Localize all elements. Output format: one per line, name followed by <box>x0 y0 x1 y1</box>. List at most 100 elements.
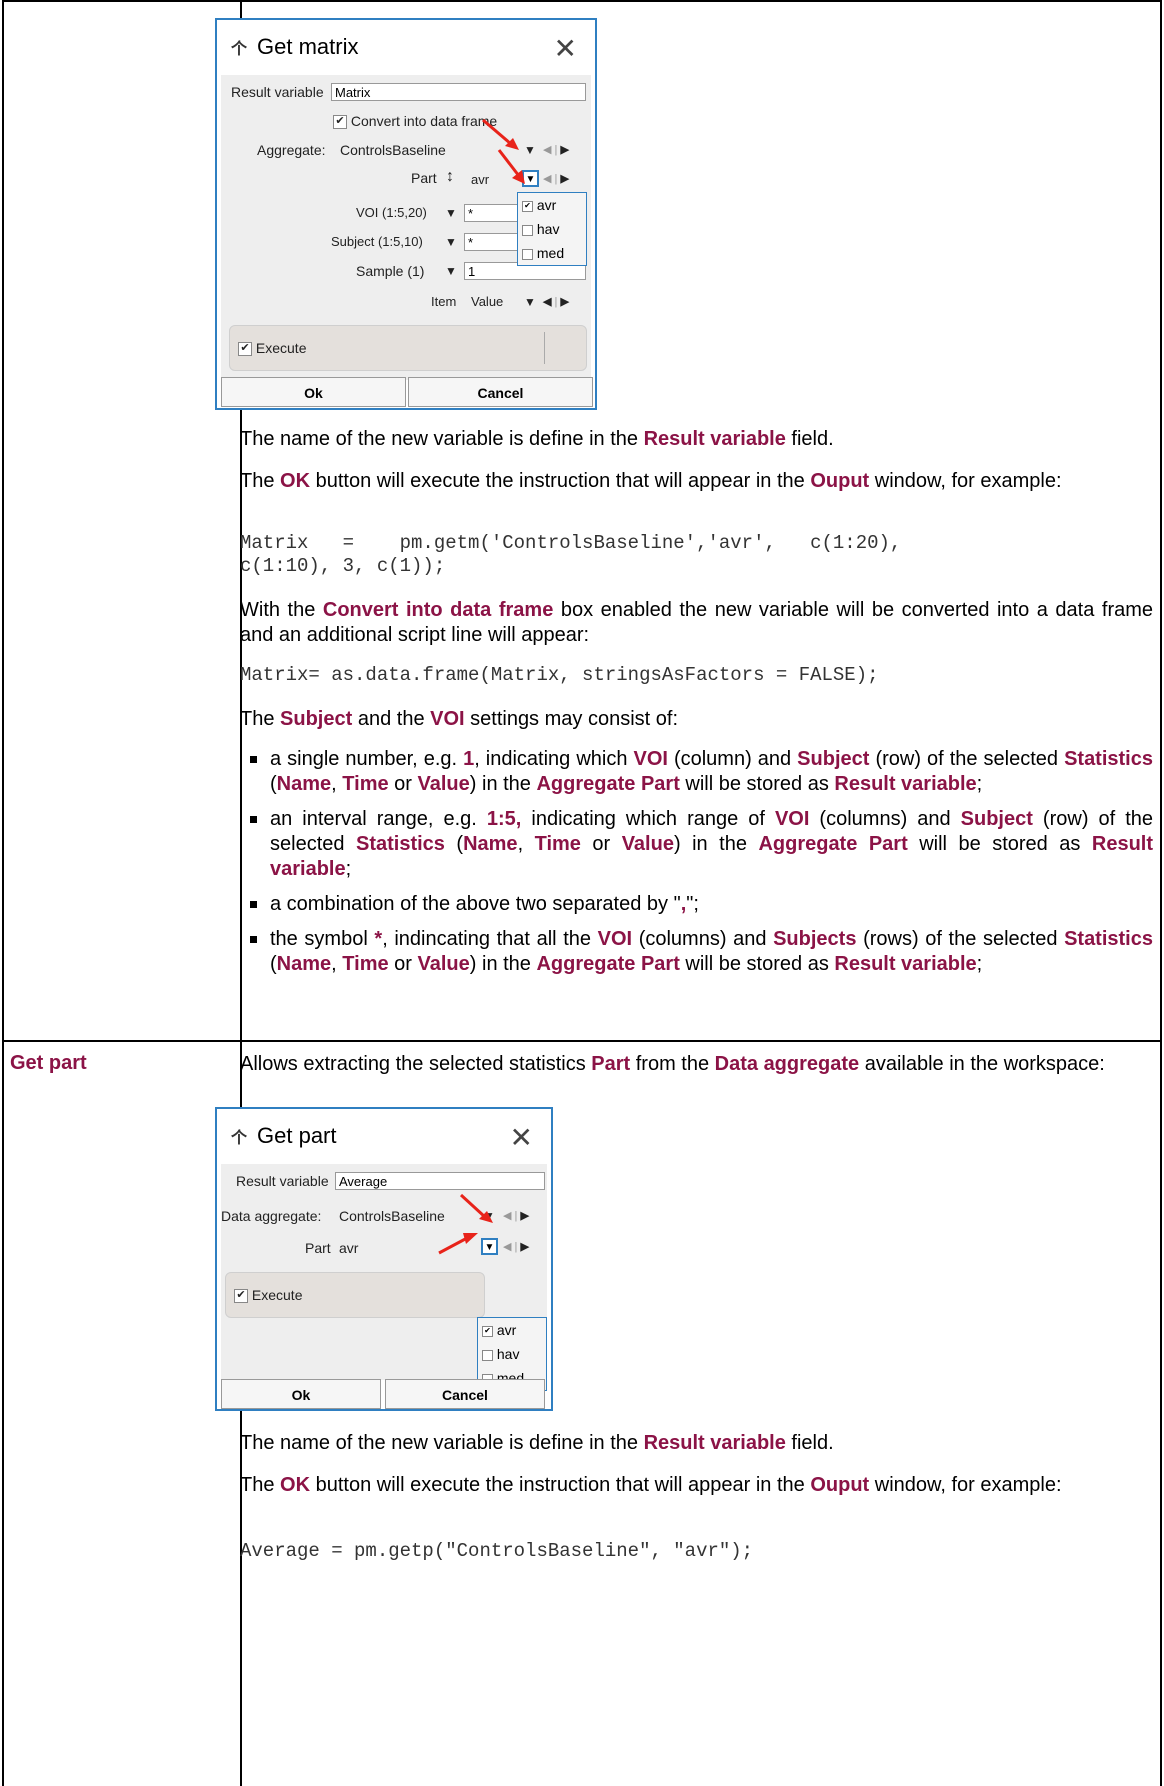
red-arrow-icon <box>459 1193 493 1223</box>
keyword: VOI <box>633 748 668 770</box>
text: window, for example: <box>869 470 1062 492</box>
text: and the <box>352 708 431 730</box>
checkbox-checked-icon[interactable]: ✔ <box>482 1325 493 1337</box>
keyword: Statistics <box>355 833 445 855</box>
part-label: Part <box>411 170 437 186</box>
dialog-title: Get matrix <box>257 34 359 59</box>
text: settings may consist of: <box>464 708 678 730</box>
item-nav-icon[interactable]: ◀ | ▶ <box>543 295 569 308</box>
part-sort-icon[interactable]: ↕ <box>446 168 454 186</box>
voi-input[interactable]: * <box>464 204 524 222</box>
text: "; <box>686 893 699 915</box>
text: or <box>388 773 418 795</box>
get-matrix-dialog: 个 Get matrix ✕ Result variable Matrix ✔ … <box>215 18 597 410</box>
part-nav-icon[interactable]: ◀ | ▶ <box>543 172 569 185</box>
text: the symbol <box>270 928 375 950</box>
execute-label: Execute <box>251 1287 303 1303</box>
subject-dropdown-icon[interactable]: ▼ <box>445 235 457 249</box>
text: With the <box>240 599 323 621</box>
menu-option-hav[interactable]: hav <box>478 1342 546 1366</box>
execute-checkbox[interactable]: ✔ Execute <box>238 340 306 357</box>
keyword: Statistics <box>1064 928 1153 950</box>
ok-button[interactable]: Ok <box>221 1379 381 1409</box>
keyword: Result variable <box>834 773 977 795</box>
dialog-title-bar: 个 Get part <box>231 1123 337 1149</box>
keyword: Time <box>534 833 581 855</box>
text: button will execute the instruction that… <box>310 470 811 492</box>
menu-option-med[interactable]: med <box>518 241 586 265</box>
code-line: Matrix= as.data.frame(Matrix, stringsAsF… <box>240 664 879 686</box>
ok-button[interactable]: Ok <box>221 377 406 407</box>
result-variable-input[interactable]: Matrix <box>331 83 586 101</box>
dialog-title-bar: 个 Get matrix <box>231 34 358 60</box>
keyword: Result variable <box>643 428 786 450</box>
paragraph: The name of the new variable is define i… <box>240 1431 1153 1456</box>
text: from the <box>630 1053 715 1075</box>
item-dropdown-icon[interactable]: ▼ <box>524 295 536 309</box>
sample-label-text: Sample (1) <box>356 263 425 279</box>
get-part-dialog: 个 Get part ✕ Result variable Average Dat… <box>215 1107 553 1411</box>
checkbox-checked-icon[interactable]: ✔ <box>234 1289 248 1304</box>
subject-input[interactable]: * <box>464 233 524 251</box>
cancel-button[interactable]: Cancel <box>408 377 593 407</box>
result-variable-label: Result variable <box>231 84 324 100</box>
text: , <box>331 773 343 795</box>
keyword: Convert into data frame <box>322 599 554 621</box>
part-dropdown-button[interactable]: ▼ <box>481 1238 498 1255</box>
cancel-button[interactable]: Cancel <box>385 1379 545 1409</box>
text: The <box>240 470 281 492</box>
menu-option-avr[interactable]: ✔ avr <box>518 193 586 217</box>
bullet-item: the symbol *, indincating that all the V… <box>240 927 1153 977</box>
text: a combination of the above two separated… <box>270 893 681 915</box>
text: ) in the <box>469 773 537 795</box>
menu-option-avr[interactable]: ✔ avr <box>478 1318 546 1342</box>
keyword: Subject <box>797 748 870 770</box>
part-nav-icon[interactable]: ◀ | ▶ <box>503 1240 529 1253</box>
text: available in the workspace: <box>859 1053 1105 1075</box>
keyword: Ouput <box>810 470 870 492</box>
text: , indicating which <box>474 748 634 770</box>
paragraph: The OK button will execute the instructi… <box>240 469 1153 494</box>
checkbox-empty-icon[interactable] <box>522 248 533 260</box>
text: field. <box>785 1432 834 1454</box>
bullet-list: a single number, e.g. 1, indicating whic… <box>240 747 1153 987</box>
checkbox-checked-icon[interactable]: ✔ <box>238 342 252 357</box>
checkbox-empty-icon[interactable] <box>522 224 533 236</box>
text: The <box>240 708 281 730</box>
checkbox-checked-icon[interactable]: ✔ <box>522 200 533 212</box>
menu-option-hav[interactable]: hav <box>518 217 586 241</box>
text: indicating which range of <box>521 808 775 830</box>
checkbox-checked-icon[interactable]: ✔ <box>333 115 347 130</box>
text: ( <box>444 833 464 855</box>
keyword: Subject <box>960 808 1033 830</box>
execute-checkbox[interactable]: ✔ Execute <box>234 1287 303 1304</box>
sample-dropdown-icon[interactable]: ▼ <box>445 264 457 278</box>
bullet-item: a single number, e.g. 1, indicating whic… <box>240 747 1153 797</box>
text: field. <box>785 428 834 450</box>
option-label: avr <box>496 1322 517 1338</box>
keyword: Data aggregate <box>714 1053 860 1075</box>
red-arrow-icon <box>497 149 525 184</box>
aggregate-nav-icon[interactable]: ◀ | ▶ <box>543 143 569 156</box>
close-icon[interactable]: ✕ <box>510 1121 533 1154</box>
result-variable-input[interactable]: Average <box>335 1172 545 1190</box>
text: will be stored as <box>679 773 835 795</box>
code-line: Average = pm.getp("ControlsBaseline", "a… <box>240 1540 754 1562</box>
keyword: Name <box>463 833 518 855</box>
voi-dropdown-icon[interactable]: ▼ <box>445 206 457 220</box>
voi-label: VOI (1:5,20) <box>356 205 427 220</box>
keyword: Aggregate Part <box>536 773 680 795</box>
checkbox-empty-icon[interactable] <box>482 1349 493 1361</box>
keyword: OK <box>280 1474 311 1496</box>
convert-checkbox[interactable]: ✔ Convert into data frame <box>333 113 497 130</box>
text: (row) of the selected <box>869 748 1065 770</box>
dialog-title: Get part <box>257 1123 337 1148</box>
close-icon[interactable]: ✕ <box>554 32 577 65</box>
keyword: Subjects <box>773 928 857 950</box>
part-value: avr <box>471 172 490 187</box>
bullet-item: a combination of the above two separated… <box>240 892 1153 917</box>
text: an interval range, e.g. <box>270 808 487 830</box>
aggregate-nav-icon[interactable]: ◀ | ▶ <box>503 1209 529 1222</box>
keyword: VOI <box>430 708 465 730</box>
keyword: Time <box>342 773 389 795</box>
